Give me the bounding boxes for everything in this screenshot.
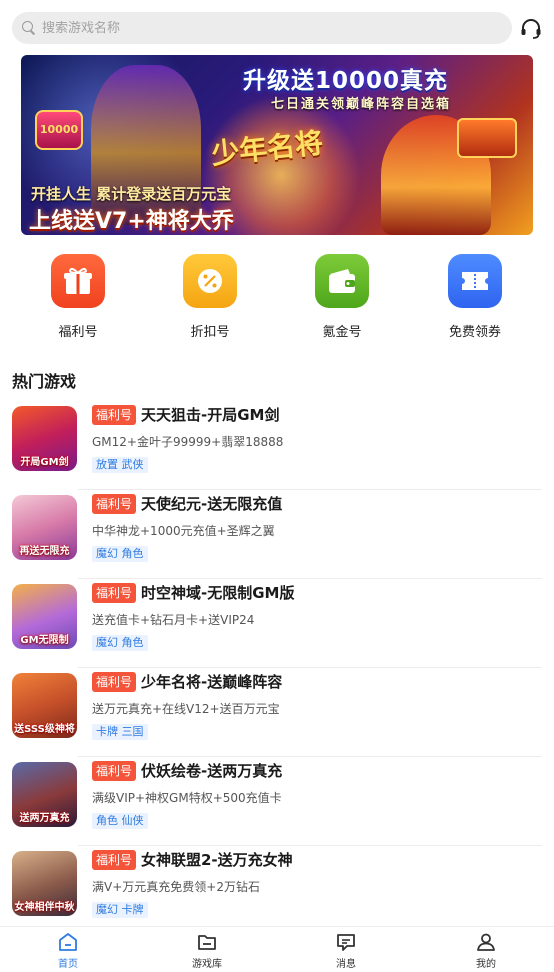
tab-game-library[interactable]: 游戏库 bbox=[167, 931, 247, 970]
promo-banner[interactable]: 10000 升级送10000真充 七日通关领巅峰阵容自选箱 少年名将 开挂人生 … bbox=[21, 55, 533, 235]
game-categories: 卡牌 三国 bbox=[92, 724, 148, 740]
banner-promo-line1: 开挂人生 累计登录送百万元宝 bbox=[31, 185, 232, 203]
game-cover[interactable]: 女神相伴中秋 bbox=[12, 851, 77, 916]
top-bar bbox=[0, 0, 554, 56]
discount-icon bbox=[183, 254, 237, 308]
game-cover[interactable]: 再送无限充 bbox=[12, 495, 77, 560]
welfare-tag: 福利号 bbox=[92, 583, 137, 603]
banner-coin-badge: 10000 bbox=[35, 110, 83, 150]
game-description: 满V+万元真充免费领+2万钻石 bbox=[92, 880, 260, 894]
welfare-tag: 福利号 bbox=[92, 761, 137, 781]
search-bar[interactable] bbox=[12, 12, 512, 44]
game-title: 时空神域-无限制GM版 bbox=[141, 584, 295, 602]
banner-promo-line2: 上线送V7+神将大乔 bbox=[29, 209, 234, 234]
game-description: 满级VIP+神权GM特权+500充值卡 bbox=[92, 791, 282, 805]
wallet-icon bbox=[315, 254, 369, 308]
welfare-tag: 福利号 bbox=[92, 672, 137, 692]
quick-entry-label: 氪金号 bbox=[322, 325, 362, 340]
game-list-item[interactable]: GM无限制 福利号 时空神域-无限制GM版 送充值卡+钻石月卡+送VIP24 魔… bbox=[0, 579, 554, 668]
game-categories: 魔幻 卡牌 bbox=[92, 902, 148, 918]
coupon-icon bbox=[448, 254, 502, 308]
game-description: 中华神龙+1000元充值+圣辉之翼 bbox=[92, 524, 275, 538]
tab-home[interactable]: 首页 bbox=[28, 931, 108, 970]
folder-icon bbox=[198, 935, 216, 950]
game-description: GM12+金叶子99999+翡翠18888 bbox=[92, 435, 284, 449]
game-categories: 魔幻 角色 bbox=[92, 635, 148, 651]
game-title: 天天狙击-开局GM剑 bbox=[141, 406, 280, 424]
tab-label: 首页 bbox=[58, 959, 78, 970]
game-cover-text: 送两万真充 bbox=[19, 813, 70, 824]
tab-label: 游戏库 bbox=[192, 959, 222, 970]
quick-entry-label: 免费领券 bbox=[448, 325, 501, 340]
game-list-item[interactable]: 女神相伴中秋 福利号 女神联盟2-送万充女神 满V+万元真充免费领+2万钻石 魔… bbox=[0, 846, 554, 935]
welfare-tag: 福利号 bbox=[92, 850, 137, 870]
game-title: 天使纪元-送无限充值 bbox=[141, 495, 283, 513]
profile-icon bbox=[477, 933, 495, 951]
game-title: 女神联盟2-送万充女神 bbox=[141, 851, 293, 869]
quick-entries: 福利号 折扣号 氪金号 免费领券 bbox=[0, 250, 554, 345]
game-list-item[interactable]: 再送无限充 福利号 天使纪元-送无限充值 中华神龙+1000元充值+圣辉之翼 魔… bbox=[0, 490, 554, 579]
game-title: 少年名将-送巅峰阵容 bbox=[141, 673, 283, 691]
quick-entry-label: 福利号 bbox=[58, 325, 98, 340]
game-list-item[interactable]: 送两万真充 福利号 伏妖绘卷-送两万真充 满级VIP+神权GM特权+500充值卡… bbox=[0, 757, 554, 846]
bottom-tab-bar: 首页 游戏库 消息 我的 bbox=[0, 926, 554, 972]
search-icon bbox=[22, 21, 36, 35]
game-cover-text: 女神相伴中秋 bbox=[14, 902, 75, 913]
quick-entry-discount[interactable]: 折扣号 bbox=[160, 250, 260, 345]
game-cover[interactable]: 开局GM剑 bbox=[12, 406, 77, 471]
game-cover-text: 开局GM剑 bbox=[20, 457, 69, 468]
game-cover[interactable]: 送两万真充 bbox=[12, 762, 77, 827]
quick-entry-premium[interactable]: 氪金号 bbox=[292, 250, 392, 345]
quick-entry-label: 折扣号 bbox=[190, 325, 230, 340]
banner-headline: 升级送10000真充 bbox=[243, 68, 449, 94]
message-icon bbox=[337, 934, 355, 951]
banner-coin-text: 10000 bbox=[39, 123, 79, 136]
game-categories: 魔幻 角色 bbox=[92, 546, 148, 562]
game-categories: 放置 武侠 bbox=[92, 457, 148, 473]
game-list-item[interactable]: 送SSS级神将 福利号 少年名将-送巅峰阵容 送万元真充+在线V12+送百万元宝… bbox=[0, 668, 554, 757]
game-cover[interactable]: GM无限制 bbox=[12, 584, 77, 649]
game-cover-text: 送SSS级神将 bbox=[14, 724, 75, 735]
tab-messages[interactable]: 消息 bbox=[306, 931, 386, 970]
home-icon bbox=[59, 933, 77, 951]
quick-entry-coupon[interactable]: 免费领券 bbox=[425, 250, 525, 345]
game-cover[interactable]: 送SSS级神将 bbox=[12, 673, 77, 738]
tab-label: 我的 bbox=[476, 959, 496, 970]
tab-label: 消息 bbox=[336, 959, 356, 970]
welfare-tag: 福利号 bbox=[92, 405, 137, 425]
quick-entry-welfare[interactable]: 福利号 bbox=[28, 250, 128, 345]
banner-gift-badge bbox=[457, 118, 517, 158]
game-cover-text: 再送无限充 bbox=[19, 546, 70, 557]
search-input[interactable] bbox=[42, 20, 482, 36]
game-list-item[interactable]: 开局GM剑 福利号 天天狙击-开局GM剑 GM12+金叶子99999+翡翠188… bbox=[0, 401, 554, 490]
game-title: 伏妖绘卷-送两万真充 bbox=[141, 762, 283, 780]
gift-icon bbox=[51, 254, 105, 308]
game-description: 送万元真充+在线V12+送百万元宝 bbox=[92, 702, 280, 716]
headset-icon[interactable] bbox=[519, 17, 543, 41]
welfare-tag: 福利号 bbox=[92, 494, 137, 514]
tab-profile[interactable]: 我的 bbox=[446, 931, 526, 970]
game-cover-text: GM无限制 bbox=[20, 635, 69, 646]
hot-games-title: 热门游戏 bbox=[12, 372, 77, 391]
game-description: 送充值卡+钻石月卡+送VIP24 bbox=[92, 613, 255, 627]
banner-subline: 七日通关领巅峰阵容自选箱 bbox=[271, 97, 452, 112]
game-categories: 角色 仙侠 bbox=[92, 813, 148, 829]
